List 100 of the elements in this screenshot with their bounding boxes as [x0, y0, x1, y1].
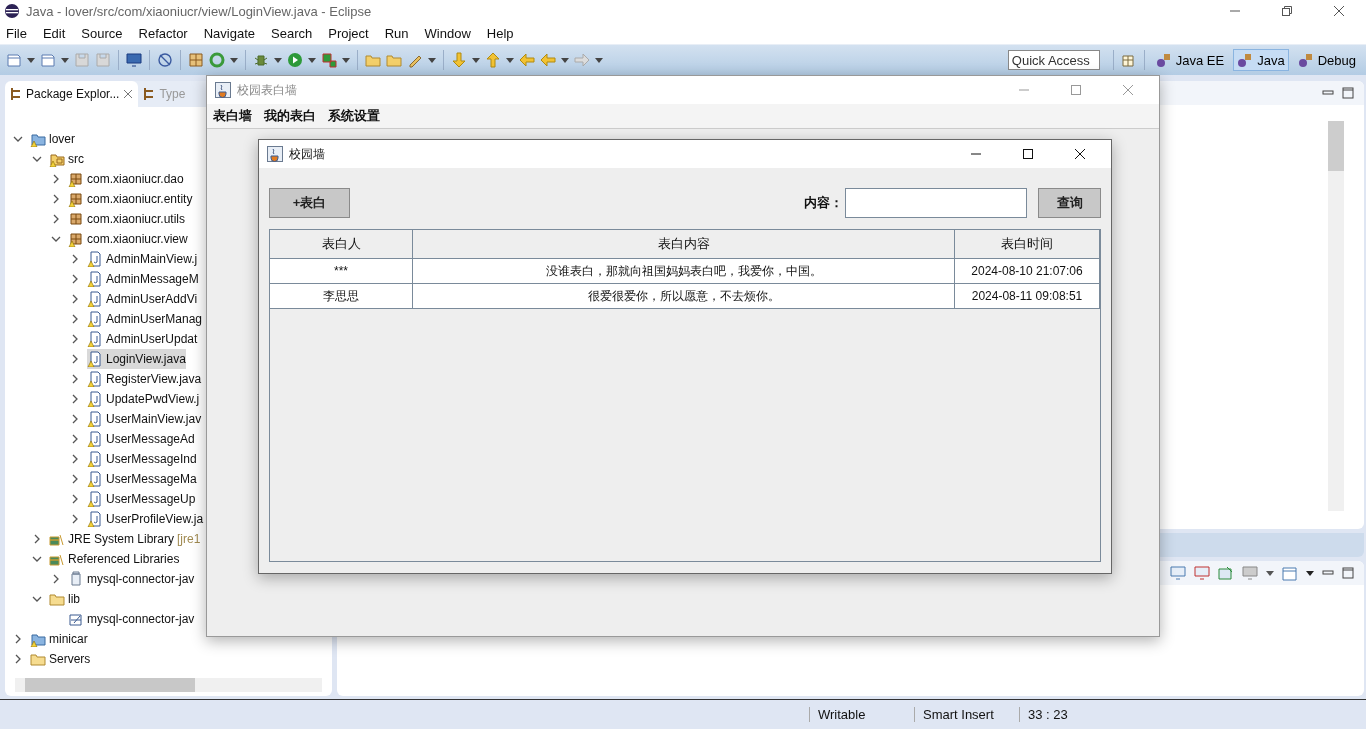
close-icon[interactable]	[1074, 148, 1086, 160]
tree-item[interactable]: com.xiaoniucr.entity	[68, 189, 193, 209]
horizontal-scrollbar[interactable]	[15, 678, 322, 692]
grid-icon[interactable]	[188, 52, 204, 68]
tree-item-label: src	[68, 152, 84, 166]
tree-item-label: AdminMessageM	[106, 272, 199, 286]
java-cup-icon	[267, 146, 283, 162]
tree-item-label: RegisterView.java	[106, 372, 202, 386]
bug-icon[interactable]	[253, 52, 269, 68]
restore-icon[interactable]	[1281, 5, 1293, 17]
caret-icon[interactable]	[230, 57, 238, 63]
perspective-button[interactable]: Java EE	[1151, 49, 1229, 71]
menu-item[interactable]: Window	[424, 25, 471, 41]
caret-icon[interactable]	[472, 57, 480, 63]
tree-item[interactable]: UserMessageUp	[87, 489, 196, 509]
menu-item[interactable]: File	[6, 25, 27, 41]
tree-item-label: UserMessageAd	[106, 432, 195, 446]
tree-item-label: com.xiaoniucr.utils	[87, 212, 186, 226]
caret-icon[interactable]	[428, 57, 436, 63]
quick-access-field[interactable]: Quick Access	[1007, 50, 1100, 70]
tree-item[interactable]: mysql-connector-jav	[68, 609, 195, 629]
refresh-icon[interactable]	[209, 52, 225, 68]
tree-item[interactable]: com.xiaoniucr.dao	[68, 169, 184, 189]
caret-icon[interactable]	[61, 57, 69, 63]
menu-item[interactable]: Help	[486, 25, 514, 41]
menu-item[interactable]: Project	[328, 25, 369, 41]
tree-item[interactable]: UserProfileView.ja	[87, 509, 204, 529]
tree-item-label: UserMessageUp	[106, 492, 196, 506]
tree-item[interactable]: Referenced Libraries	[49, 549, 180, 569]
menu-item[interactable]: Navigate	[203, 25, 255, 41]
menu-item[interactable]: Search	[271, 25, 313, 41]
status-field: Writable	[809, 707, 914, 722]
tree-item[interactable]: AdminUserUpdat	[87, 329, 198, 349]
menu-item[interactable]: Refactor	[138, 25, 188, 41]
close-icon[interactable]	[1333, 5, 1345, 17]
search-button[interactable]: 查询	[1038, 188, 1101, 218]
window-title: 校园表白墙	[237, 81, 297, 99]
perspective-icon	[1237, 52, 1254, 68]
new-window-icon[interactable]	[1282, 565, 1298, 581]
perspective-button[interactable]: Java	[1233, 49, 1289, 71]
tree-item[interactable]: JRE System Library [jre1	[49, 529, 201, 549]
eclipse-logo-icon	[4, 3, 20, 19]
table-cell: 很爱很爱你，所以愿意，不去烦你。	[413, 284, 955, 309]
vertical-scrollbar[interactable]	[1328, 121, 1344, 511]
maximize-icon[interactable]	[1022, 148, 1034, 160]
window-title: Java - lover/src/com/xiaoniucr/view/LoginView.java - Eclipse	[26, 3, 372, 19]
tree-item-label: UserMainView.jav	[106, 412, 202, 426]
tree-item[interactable]: Servers	[30, 649, 91, 669]
caret-icon[interactable]	[506, 57, 514, 63]
tree-item-label: com.xiaoniucr.view	[87, 232, 188, 246]
caret-icon[interactable]	[308, 57, 316, 63]
tree-item[interactable]: UserMessageAd	[87, 429, 195, 449]
tree-item-label: mysql-connector-jav	[87, 572, 195, 586]
menu-item[interactable]: 表白墙	[213, 107, 252, 125]
monitor-icon[interactable]	[126, 52, 142, 68]
search-field[interactable]	[845, 188, 1027, 218]
tree-item[interactable]: UpdatePwdView.j	[87, 389, 200, 409]
status-field: Smart Insert	[914, 707, 1019, 722]
menu-item[interactable]: 系统设置	[328, 107, 380, 125]
menu-item[interactable]: Run	[384, 25, 409, 41]
tree-item[interactable]: src	[49, 149, 84, 169]
tree-item[interactable]: UserMainView.jav	[87, 409, 202, 429]
tree-item[interactable]: UserMessageMa	[87, 469, 197, 489]
tree-item[interactable]: lover	[30, 129, 75, 149]
caret-icon[interactable]	[1266, 570, 1274, 576]
caret-icon[interactable]	[561, 57, 569, 63]
tree-item[interactable]: minicar	[30, 629, 88, 649]
add-button[interactable]: +表白	[269, 188, 350, 218]
view-tab[interactable]: Package Explor...	[5, 81, 139, 107]
window-title: 校园墙	[289, 145, 325, 163]
perspective-button[interactable]: Debug	[1293, 49, 1360, 71]
tree-item[interactable]: LoginView.java	[87, 349, 186, 369]
perspective-icon	[1155, 52, 1172, 68]
caret-icon[interactable]	[274, 57, 282, 63]
caret-icon[interactable]	[27, 57, 35, 63]
open-perspective-icon[interactable]	[1120, 52, 1137, 68]
play-icon[interactable]	[287, 52, 303, 68]
tree-item[interactable]: AdminUserManag	[87, 309, 203, 329]
tree-item[interactable]: AdminUserAddVi	[87, 289, 198, 309]
caret-icon[interactable]	[595, 57, 603, 63]
tree-item[interactable]: mysql-connector-jav	[68, 569, 195, 589]
menu-item[interactable]: Edit	[42, 25, 66, 41]
caret-icon[interactable]	[342, 57, 350, 63]
tree-item-label: AdminMainView.j	[106, 252, 198, 266]
status-field: 33 : 23	[1019, 707, 1146, 722]
tree-item[interactable]: lib	[49, 589, 80, 609]
tree-item[interactable]: com.xiaoniucr.utils	[68, 209, 186, 229]
menu-item[interactable]: Source	[81, 25, 123, 41]
tree-item[interactable]: RegisterView.java	[87, 369, 202, 389]
tree-item[interactable]: AdminMainView.j	[87, 249, 198, 269]
menu-item[interactable]: 我的表白	[264, 107, 316, 125]
caret-icon[interactable]	[1306, 570, 1314, 576]
new-item-icon[interactable]	[40, 52, 56, 68]
tree-item[interactable]: AdminMessageM	[87, 269, 199, 289]
tree-item[interactable]: UserMessageInd	[87, 449, 197, 469]
tree-item[interactable]: com.xiaoniucr.view	[68, 229, 188, 249]
tree-item-label: UserMessageMa	[106, 472, 197, 486]
pin-icon[interactable]	[1218, 565, 1234, 581]
new-file-icon[interactable]	[6, 52, 22, 68]
tree-item-label: AdminUserManag	[106, 312, 203, 326]
